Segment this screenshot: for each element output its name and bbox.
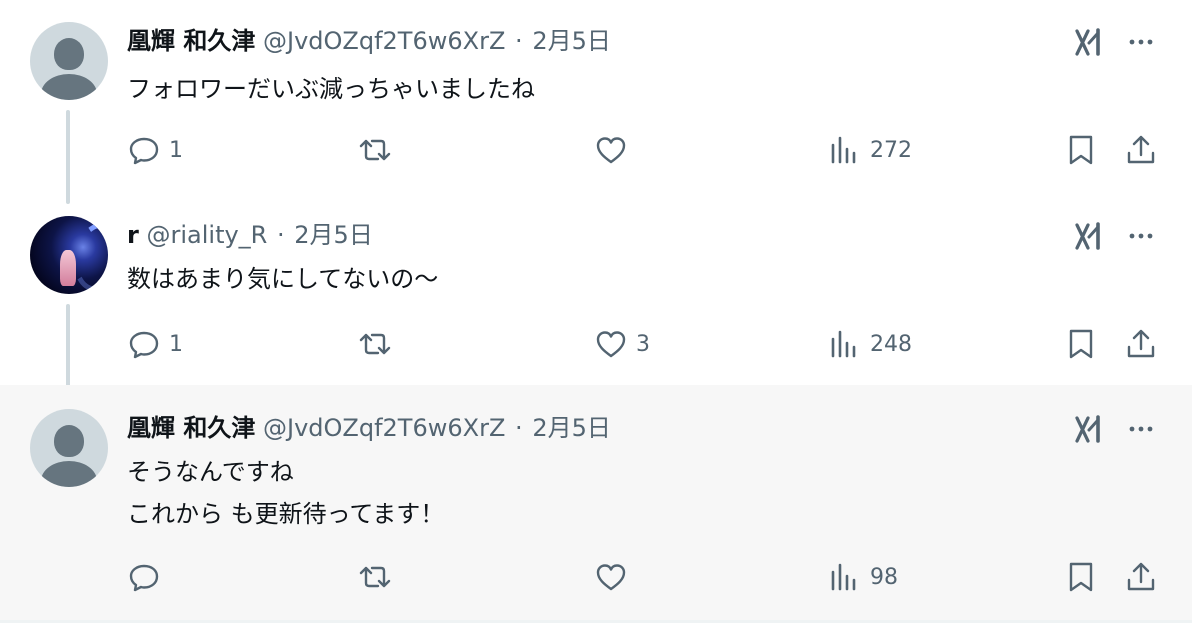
view-count: 98 — [870, 564, 898, 590]
more-icon[interactable] — [1126, 414, 1156, 444]
views-icon — [831, 136, 856, 164]
heart-icon — [596, 564, 626, 591]
grok-icon[interactable] — [1074, 414, 1104, 444]
share-icon — [1127, 562, 1155, 591]
avatar[interactable] — [30, 409, 108, 487]
action-bar: 1 272 — [0, 130, 1192, 170]
bookmark-icon — [1069, 135, 1093, 165]
bookmark-button[interactable] — [1064, 557, 1098, 597]
display-name[interactable]: r — [127, 221, 139, 249]
user-handle[interactable]: @JvdOZqf2T6w6XrZ — [263, 414, 505, 442]
views-icon — [831, 563, 856, 591]
heart-icon — [596, 331, 626, 358]
share-button[interactable] — [1124, 130, 1158, 170]
separator-dot: · — [515, 27, 523, 55]
reply-count: 1 — [169, 331, 183, 357]
tweet-text: 数はあまり気にしてないの〜 — [127, 265, 439, 293]
tweet-header: 凰輝 和久津 @JvdOZqf2T6w6XrZ · 2月5日 — [127, 26, 1072, 56]
reply-count: 1 — [169, 137, 183, 163]
tweet-text: そうなんですね これから も更新待ってます！ — [127, 458, 445, 528]
retweet-button[interactable] — [358, 324, 400, 364]
user-handle[interactable]: @JvdOZqf2T6w6XrZ — [263, 27, 505, 55]
like-count: 3 — [636, 331, 650, 357]
grok-icon[interactable] — [1074, 27, 1104, 57]
share-button[interactable] — [1124, 557, 1158, 597]
tweet[interactable]: 凰輝 和久津 @JvdOZqf2T6w6XrZ · 2月5日 そうなんですね こ… — [0, 385, 1192, 620]
more-icon[interactable] — [1126, 27, 1156, 57]
retweet-icon — [359, 566, 391, 588]
retweet-button[interactable] — [358, 130, 400, 170]
share-icon — [1127, 329, 1155, 358]
view-count: 248 — [870, 331, 912, 357]
default-avatar-body — [41, 74, 97, 100]
retweet-button[interactable] — [358, 557, 400, 597]
action-bar: 1 3 248 — [0, 324, 1192, 364]
reply-button[interactable]: 1 — [127, 130, 183, 170]
avatar-figure — [60, 250, 76, 286]
bookmark-button[interactable] — [1064, 130, 1098, 170]
heart-icon — [596, 137, 626, 164]
views-button[interactable]: 248 — [828, 324, 912, 364]
default-avatar-head — [54, 425, 84, 457]
reply-icon — [129, 137, 159, 165]
bookmark-icon — [1069, 562, 1093, 592]
separator-dot: · — [515, 414, 523, 442]
avatar[interactable] — [30, 22, 108, 100]
views-button[interactable]: 98 — [828, 557, 898, 597]
user-handle[interactable]: @riality_R — [146, 221, 267, 249]
tweet-header: r @riality_R · 2月5日 — [127, 220, 1072, 250]
more-icon[interactable] — [1126, 221, 1156, 251]
tweet-date[interactable]: 2月5日 — [532, 27, 611, 55]
reply-button[interactable]: 1 — [127, 324, 183, 364]
reply-icon — [129, 331, 159, 359]
tweet-date[interactable]: 2月5日 — [294, 221, 373, 249]
separator-dot: · — [277, 221, 285, 249]
grok-icon[interactable] — [1074, 221, 1104, 251]
tweet[interactable]: r @riality_R · 2月5日 数はあまり気にしてないの〜 1 3 24… — [0, 192, 1192, 385]
bookmark-button[interactable] — [1064, 324, 1098, 364]
display-name[interactable]: 凰輝 和久津 — [127, 27, 255, 55]
views-icon — [831, 330, 856, 358]
conversation-thread: 凰輝 和久津 @JvdOZqf2T6w6XrZ · 2月5日 フォロワーだいぶ減… — [0, 0, 1192, 623]
share-button[interactable] — [1124, 324, 1158, 364]
action-bar: 98 — [0, 557, 1192, 597]
default-avatar-head — [54, 38, 84, 70]
retweet-icon — [359, 333, 391, 355]
like-button[interactable] — [594, 557, 636, 597]
share-icon — [1127, 135, 1155, 164]
reply-button[interactable] — [127, 557, 169, 597]
tweet-date[interactable]: 2月5日 — [532, 414, 611, 442]
bookmark-icon — [1069, 329, 1093, 359]
tweet[interactable]: 凰輝 和久津 @JvdOZqf2T6w6XrZ · 2月5日 フォロワーだいぶ減… — [0, 0, 1192, 192]
view-count: 272 — [870, 137, 912, 163]
like-button[interactable] — [594, 130, 636, 170]
like-button[interactable]: 3 — [594, 324, 650, 364]
avatar[interactable] — [30, 216, 108, 294]
default-avatar-body — [41, 461, 97, 487]
retweet-icon — [359, 139, 391, 161]
tweet-text: フォロワーだいぶ減っちゃいましたね — [127, 75, 535, 103]
views-button[interactable]: 272 — [828, 130, 912, 170]
tweet-header: 凰輝 和久津 @JvdOZqf2T6w6XrZ · 2月5日 — [127, 413, 1072, 443]
reply-icon — [129, 564, 159, 592]
display-name[interactable]: 凰輝 和久津 — [127, 414, 255, 442]
